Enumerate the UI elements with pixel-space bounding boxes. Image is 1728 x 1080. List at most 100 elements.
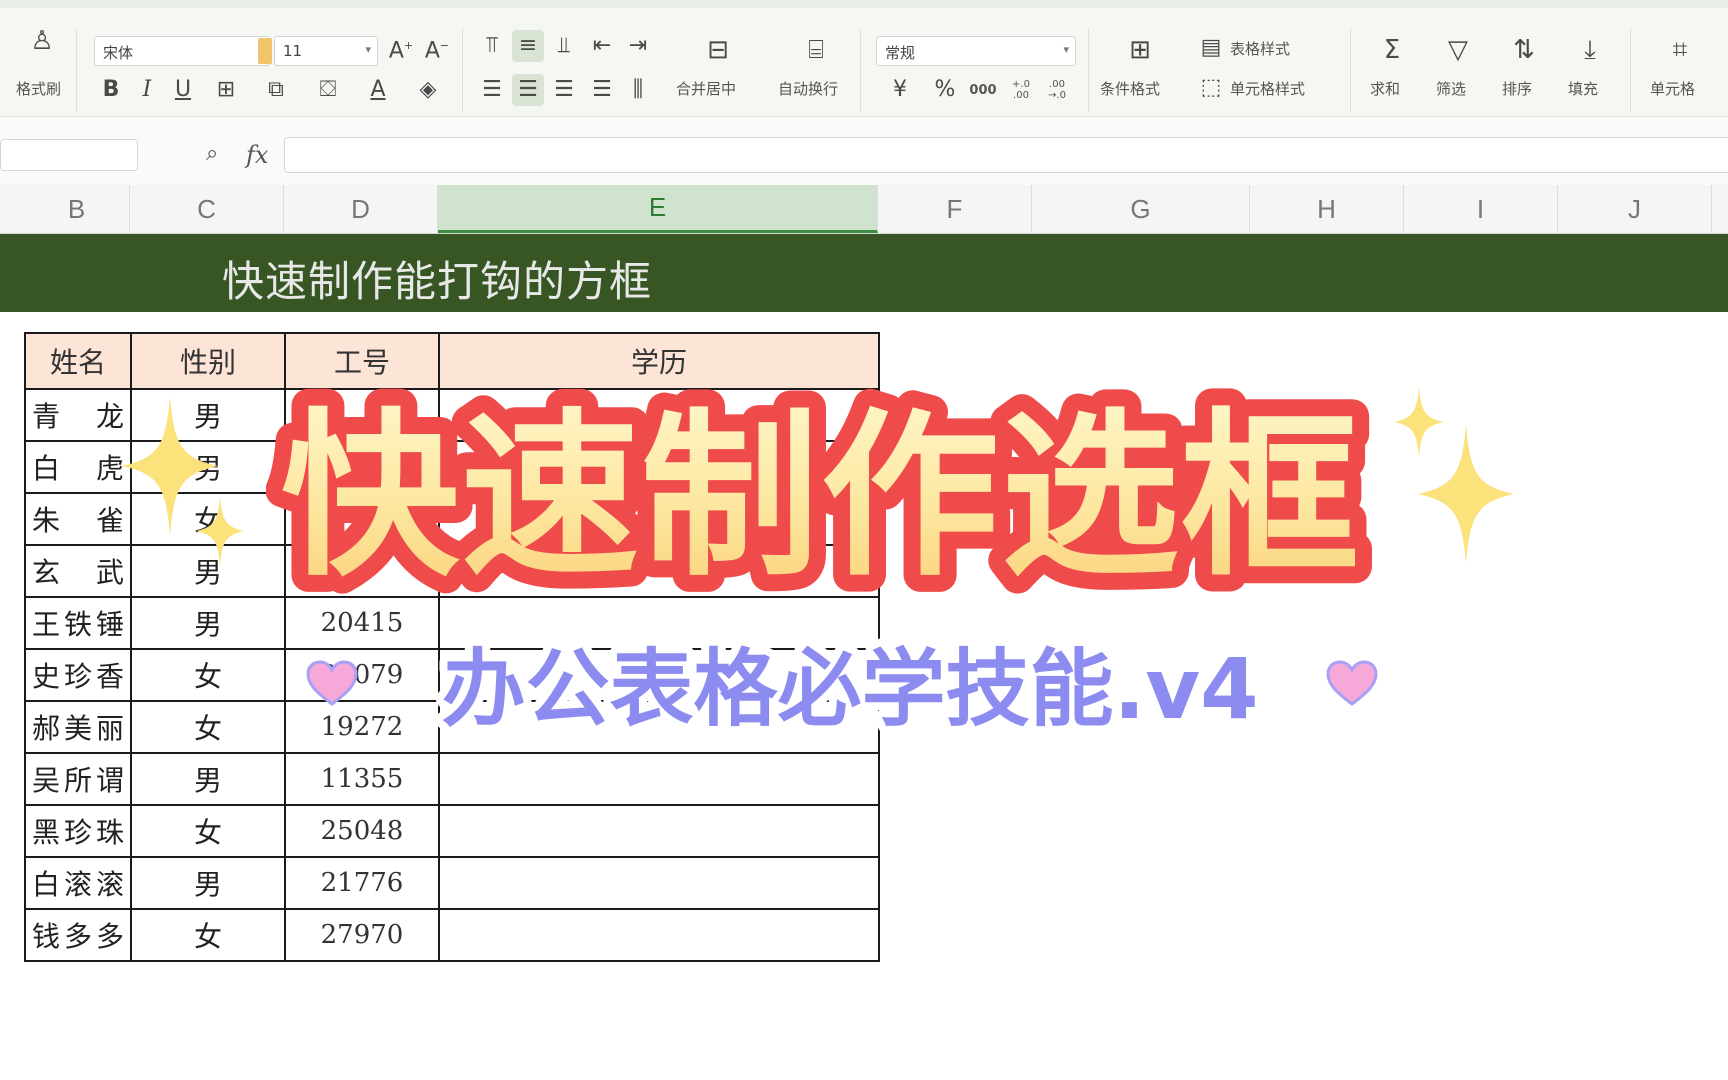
cell-name[interactable]: 黑珍珠: [24, 804, 132, 858]
column-header-d[interactable]: D: [284, 185, 438, 233]
thousands-button[interactable]: 000: [966, 74, 1000, 106]
border-button[interactable]: ⊞: [206, 74, 246, 106]
align-left-icon: ☰: [482, 77, 502, 102]
underline-icon: U: [174, 77, 192, 102]
sum-label: 求和: [1370, 80, 1401, 98]
align-right-button[interactable]: ☰: [548, 74, 580, 106]
header-sex[interactable]: 性别: [130, 332, 286, 390]
cell-education[interactable]: [438, 856, 880, 910]
bold-icon: B: [102, 77, 120, 102]
cell-name[interactable]: 王铁锤: [24, 596, 132, 650]
column-header-c[interactable]: C: [130, 185, 284, 233]
cell-name[interactable]: 钱多多: [24, 908, 132, 962]
cell-id[interactable]: 25048: [284, 804, 440, 858]
outdent-icon: ⇤: [592, 33, 612, 58]
sum-button[interactable]: Σ: [1372, 30, 1412, 70]
column-header-i[interactable]: I: [1404, 185, 1558, 233]
cell-id[interactable]: 21776: [284, 856, 440, 910]
column-header-j[interactable]: J: [1558, 185, 1712, 233]
cell-id[interactable]: 11355: [284, 752, 440, 806]
fill-color-button[interactable]: ⛋: [306, 74, 350, 106]
currency-button[interactable]: ¥: [880, 74, 920, 106]
cell-sex[interactable]: 女: [130, 908, 286, 962]
format-painter-button[interactable]: ♙: [22, 24, 62, 58]
table-row: 黑珍珠女 25048: [24, 804, 880, 858]
merge-center-label: 合并居中: [676, 80, 737, 98]
cell-name[interactable]: 青龙: [24, 388, 132, 442]
cell-sex[interactable]: 男: [130, 596, 286, 650]
wrap-text-button[interactable]: ⌸: [794, 30, 838, 70]
decrease-font-icon: A−: [424, 38, 450, 64]
filter-button[interactable]: ▽: [1438, 30, 1478, 70]
align-center-button[interactable]: ☰: [512, 74, 544, 106]
increase-indent-button[interactable]: ⇥: [622, 30, 654, 62]
merge-style-button[interactable]: ⧉: [256, 74, 296, 106]
distributed-button[interactable]: ⫼: [622, 74, 654, 106]
cell-education[interactable]: [438, 752, 880, 806]
cell-education[interactable]: [438, 908, 880, 962]
decrease-font-button[interactable]: A−: [422, 36, 452, 66]
clear-format-button[interactable]: ◈: [406, 74, 450, 106]
zoom-icon[interactable]: ⌕: [206, 141, 218, 166]
cell-name[interactable]: 白虎: [24, 440, 132, 494]
cell-name[interactable]: 朱雀: [24, 492, 132, 546]
paint-bucket-icon: ⛋: [319, 77, 337, 102]
justify-button[interactable]: ☰: [586, 74, 618, 106]
font-color-button[interactable]: A: [356, 74, 400, 106]
cell-name[interactable]: 郝美丽: [24, 700, 132, 754]
cell-name[interactable]: 吴所谓: [24, 752, 132, 806]
decrease-indent-button[interactable]: ⇤: [586, 30, 618, 62]
title-banner[interactable]: 快速制作能打钩的方框: [0, 234, 1728, 312]
cell-name[interactable]: 玄武: [24, 544, 132, 598]
percent-button[interactable]: %: [928, 74, 962, 106]
column-header-h[interactable]: H: [1250, 185, 1404, 233]
decrease-decimal-icon: .00 →.0: [1048, 79, 1066, 101]
subline-overlay: 办公表格必学技能.v4 办公表格必学技能.v4: [380, 630, 1320, 746]
bold-button[interactable]: B: [96, 74, 126, 106]
column-headers: B C D E F G H I J: [0, 185, 1728, 234]
cell-name[interactable]: 史珍香: [24, 648, 132, 702]
cell-sex[interactable]: 男: [130, 856, 286, 910]
cells-button[interactable]: ⌗: [1660, 30, 1700, 70]
divider: [1350, 28, 1351, 112]
align-bottom-button[interactable]: ⫫: [548, 30, 580, 62]
thousands-icon: 000: [969, 82, 997, 98]
cell-sex[interactable]: 男: [130, 752, 286, 806]
eraser-icon: ◈: [419, 77, 437, 102]
column-header-g[interactable]: G: [1032, 185, 1250, 233]
fx-icon[interactable]: fx: [246, 141, 268, 169]
column-header-f[interactable]: F: [878, 185, 1032, 233]
banner-title: 快速制作能打钩的方框: [222, 257, 653, 306]
sigma-icon: Σ: [1383, 35, 1401, 65]
align-middle-button[interactable]: ≡: [512, 30, 544, 62]
conditional-format-button[interactable]: ⊞: [1118, 30, 1162, 70]
increase-font-button[interactable]: A+: [386, 36, 416, 66]
cell-sex[interactable]: 女: [130, 648, 286, 702]
cell-style-button[interactable]: ⬚: [1198, 74, 1224, 102]
number-format-select[interactable]: 常规 ▾: [876, 36, 1076, 66]
cell-name[interactable]: 白滚滚: [24, 856, 132, 910]
currency-icon: ¥: [893, 77, 907, 102]
font-name-dropdown[interactable]: [258, 38, 272, 64]
font-name-select[interactable]: 宋体: [94, 36, 270, 66]
merge-center-button[interactable]: ⊟: [696, 30, 740, 70]
cell-education[interactable]: [438, 804, 880, 858]
font-size-select[interactable]: 11 ▾: [274, 36, 378, 66]
increase-decimal-button[interactable]: +.0 .00: [1004, 74, 1038, 106]
italic-button[interactable]: I: [132, 74, 162, 106]
decrease-decimal-button[interactable]: .00 →.0: [1040, 74, 1074, 106]
sort-button[interactable]: ⇅: [1504, 30, 1544, 70]
name-box[interactable]: [0, 139, 138, 171]
underline-button[interactable]: U: [168, 74, 198, 106]
cell-sex[interactable]: 女: [130, 804, 286, 858]
fill-button[interactable]: ⤓: [1570, 30, 1610, 70]
formula-input[interactable]: [284, 137, 1728, 173]
column-header-b[interactable]: B: [24, 185, 130, 233]
table-style-button[interactable]: ▤: [1198, 34, 1224, 62]
header-name[interactable]: 姓名: [24, 332, 132, 390]
column-header-e[interactable]: E: [438, 185, 878, 233]
align-left-button[interactable]: ☰: [476, 74, 508, 106]
cell-id[interactable]: 27970: [284, 908, 440, 962]
cell-sex[interactable]: 女: [130, 700, 286, 754]
align-top-button[interactable]: ⫪: [476, 30, 508, 62]
